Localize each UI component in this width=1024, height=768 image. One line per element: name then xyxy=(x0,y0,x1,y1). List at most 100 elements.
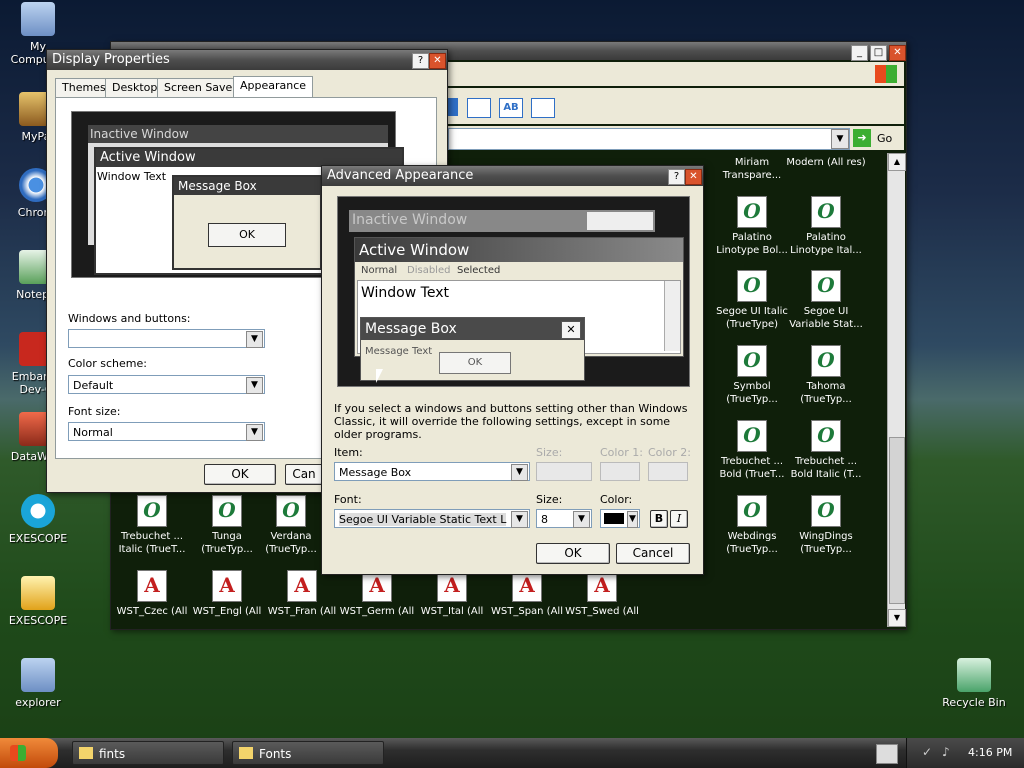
desktop-icon-label: explorer xyxy=(15,696,61,709)
preview-menu-normal: Normal xyxy=(361,265,398,276)
ok-button[interactable]: OK xyxy=(536,543,610,564)
font-file-item[interactable]: O Palatino Linotype Ital... xyxy=(786,196,866,257)
item-label: Item: xyxy=(334,446,363,459)
italic-toggle[interactable]: I xyxy=(670,510,688,528)
font-file-item[interactable]: A WST_Czec (All xyxy=(112,570,192,618)
cancel-button[interactable]: Can xyxy=(285,464,323,485)
scroll-down-button[interactable]: ▼ xyxy=(888,609,906,627)
keyboard-icon[interactable] xyxy=(876,744,898,764)
close-button[interactable]: ✕ xyxy=(889,45,906,61)
tab-desktop[interactable]: Desktop xyxy=(105,78,165,97)
font-size-select[interactable]: 8 ▼ xyxy=(536,509,592,528)
preview-ok-button: OK xyxy=(208,223,286,247)
truetype-font-icon: O xyxy=(811,196,841,228)
color-label: Color: xyxy=(600,493,633,506)
desktop-icon-recycle-bin[interactable]: Recycle Bin xyxy=(938,658,1010,709)
desktop-icon-explorer[interactable]: explorer xyxy=(2,658,74,709)
tab-screen-saver[interactable]: Screen Saver xyxy=(157,78,244,97)
taskbar-item-fints[interactable]: fints xyxy=(72,741,224,765)
font-file-item[interactable]: A WST_Swed (All xyxy=(562,570,642,618)
font-file-item[interactable]: O Trebuchet ... Bold Italic (T... xyxy=(786,420,866,481)
view-details-icon[interactable] xyxy=(531,98,555,118)
mouse-cursor-icon xyxy=(376,369,383,383)
chevron-down-icon: ▼ xyxy=(246,377,263,394)
view-icons-icon[interactable] xyxy=(448,98,458,116)
font-file-item[interactable]: O Webdings (TrueTyp... xyxy=(712,495,792,556)
font-file-item[interactable]: O Trebuchet ... Bold (TrueT... xyxy=(712,420,792,481)
truetype-font-icon: O xyxy=(137,495,167,527)
ok-button[interactable]: OK xyxy=(204,464,276,485)
chevron-down-icon: ▼ xyxy=(246,331,263,348)
font-file-item[interactable]: A WST_Span (All xyxy=(487,570,567,618)
preview-ok-button: OK xyxy=(439,352,511,374)
color-scheme-select[interactable]: Default ▼ xyxy=(68,375,265,394)
taskbar-item-fonts[interactable]: Fonts xyxy=(232,741,384,765)
font-file-item[interactable]: O Tunga (TrueTyp... xyxy=(187,495,267,556)
view-tiles-icon[interactable] xyxy=(467,98,491,118)
advanced-preview: Inactive Window Active Window Normal Dis… xyxy=(337,196,690,387)
address-dropdown-button[interactable]: ▼ xyxy=(831,129,849,149)
help-button[interactable]: ? xyxy=(668,169,685,185)
font-file-item[interactable]: O Verdana (TrueTyp... xyxy=(262,495,320,556)
font-file-item[interactable]: Miriam Transpare... xyxy=(712,156,792,182)
font-size-select[interactable]: Normal ▼ xyxy=(68,422,265,441)
scroll-up-button[interactable]: ▲ xyxy=(888,153,906,171)
windows-logo-icon xyxy=(875,65,897,83)
desktop-icon-exescope-2[interactable]: EXESCOPE xyxy=(2,576,74,627)
desktop-icon-label: Recycle Bin xyxy=(942,696,1006,709)
help-button[interactable]: ? xyxy=(412,53,429,69)
item-select[interactable]: Message Box ▼ xyxy=(334,462,530,481)
go-label[interactable]: Go xyxy=(877,132,892,145)
size-spinner[interactable] xyxy=(536,462,592,481)
font-file-item[interactable]: A WST_Fran (All xyxy=(262,570,342,618)
address-input[interactable] xyxy=(448,128,850,150)
windows-buttons-select[interactable]: ▼ xyxy=(68,329,265,348)
font-file-item[interactable]: Modern (All res) xyxy=(786,156,866,169)
volume-icon[interactable]: ♪ xyxy=(942,745,956,761)
raster-font-icon: A xyxy=(287,570,317,602)
color2-button[interactable] xyxy=(648,462,688,481)
truetype-font-icon: O xyxy=(737,196,767,228)
scroll-thumb[interactable] xyxy=(889,437,905,604)
view-list-ab-icon[interactable]: AB xyxy=(499,98,523,118)
bold-toggle[interactable]: B xyxy=(650,510,668,528)
font-file-item[interactable]: O Symbol (TrueTyp... xyxy=(712,345,792,406)
desktop-icon-exescope-1[interactable]: EXESCOPE xyxy=(2,494,74,545)
font-file-item[interactable]: O WingDings (TrueTyp... xyxy=(786,495,866,556)
close-button[interactable]: ✕ xyxy=(429,53,446,69)
color2-label: Color 2: xyxy=(648,446,691,459)
clock[interactable]: 4:16 PM xyxy=(968,746,1012,759)
font-file-item[interactable]: A WST_Germ (All xyxy=(337,570,417,618)
truetype-font-icon: O xyxy=(811,420,841,452)
color1-button[interactable] xyxy=(600,462,640,481)
tab-appearance[interactable]: Appearance xyxy=(233,76,314,98)
font-file-item[interactable]: O Tahoma (TrueTyp... xyxy=(786,345,866,406)
go-arrow-icon[interactable]: ➜ xyxy=(853,129,871,147)
start-button[interactable] xyxy=(0,738,58,768)
font-file-item[interactable]: O Trebuchet ... Italic (TrueT... xyxy=(112,495,192,556)
dialog-titlebar[interactable]: Display Properties xyxy=(47,50,447,70)
truetype-font-icon: O xyxy=(811,345,841,377)
preview-inactive-window: Inactive Window xyxy=(349,210,655,232)
network-icon[interactable]: ✓ xyxy=(922,745,938,761)
maximize-button[interactable]: □ xyxy=(870,45,887,61)
dialog-titlebar[interactable]: Advanced Appearance xyxy=(322,166,703,186)
close-button[interactable]: ✕ xyxy=(685,169,702,185)
close-icon: ✕ xyxy=(561,321,581,339)
cancel-button[interactable]: Cancel xyxy=(616,543,690,564)
font-select[interactable]: Segoe UI Variable Static Text L ▼ xyxy=(334,509,530,528)
font-file-item[interactable]: A WST_Ital (All xyxy=(412,570,492,618)
desktop-icon-label: EXESCOPE xyxy=(8,614,68,627)
font-file-item[interactable]: O Segoe UI Variable Stat... xyxy=(786,270,866,331)
truetype-font-icon: O xyxy=(212,495,242,527)
minimize-button[interactable]: _ xyxy=(851,45,868,61)
font-file-item[interactable]: A WST_Engl (All xyxy=(187,570,267,618)
preview-inactive-title: Inactive Window xyxy=(352,212,468,228)
font-color-button[interactable]: ▼ xyxy=(600,509,640,528)
font-file-item[interactable]: O Palatino Linotype Bol... xyxy=(712,196,792,257)
truetype-font-icon: O xyxy=(737,345,767,377)
preview-inactive-title: Inactive Window xyxy=(88,125,388,143)
font-file-item[interactable]: O Segoe UI Italic (TrueType) xyxy=(712,270,792,331)
font-size-label: Size: xyxy=(536,493,563,506)
folder-icon xyxy=(239,747,253,759)
